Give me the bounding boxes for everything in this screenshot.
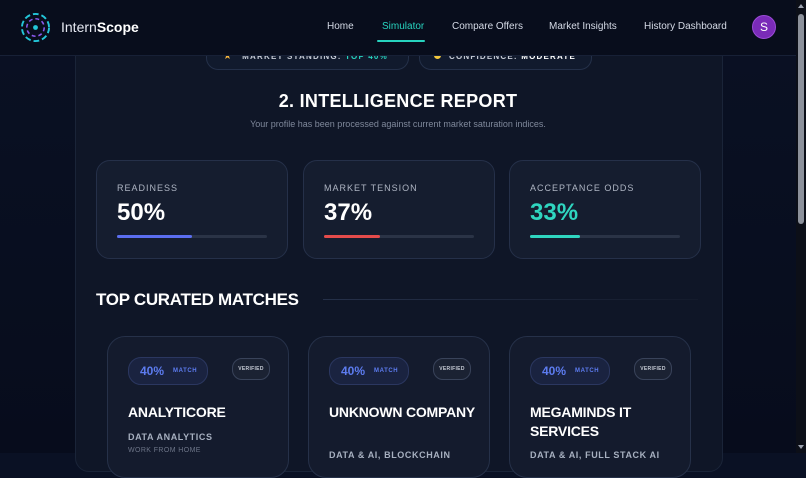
stat-label: READINESS: [117, 183, 179, 193]
scroll-down-arrow-icon[interactable]: [798, 445, 804, 449]
nav-link-history-dashboard[interactable]: History Dashboard: [644, 21, 727, 32]
matches-section-title: TOP CURATED MATCHES: [96, 290, 299, 309]
company-category: DATA & AI, BLOCKCHAIN: [329, 450, 451, 460]
stat-card-acceptance-odds: ACCEPTANCE ODDS 33%: [509, 160, 701, 259]
stat-value: 37%: [324, 199, 373, 226]
stat-card-market-tension: MARKET TENSION 37%: [303, 160, 495, 259]
page-scrollbar[interactable]: [796, 0, 806, 453]
match-percentage-badge: 40% MATCH: [530, 357, 610, 385]
nav-link-simulator[interactable]: Simulator: [382, 21, 424, 32]
company-name: UNKNOWN COMPANY: [329, 404, 476, 420]
company-name: ANALYTICORE: [128, 404, 226, 420]
match-percentage-badge: 40% MATCH: [128, 357, 208, 385]
match-percentage: 40%: [140, 364, 165, 378]
scroll-up-arrow-icon[interactable]: [798, 4, 804, 8]
company-category: DATA & AI, FULL STACK AI: [530, 450, 660, 460]
match-percentage-badge: 40% MATCH: [329, 357, 409, 385]
scrollbar-thumb[interactable]: [798, 14, 804, 224]
stat-label: MARKET TENSION: [324, 183, 418, 193]
verified-badge: VERIFIED: [232, 358, 270, 380]
report-title: 2. INTELLIGENCE REPORT: [278, 91, 518, 111]
nav-link-market-insights[interactable]: Market Insights: [549, 21, 617, 32]
stat-progress-fill: [117, 235, 192, 238]
user-avatar[interactable]: S: [752, 15, 776, 39]
logo-icon[interactable]: [20, 12, 51, 43]
nav-link-compare-offers[interactable]: Compare Offers: [452, 21, 523, 32]
logo-text-suffix: Scope: [96, 19, 139, 35]
match-card[interactable]: 40% MATCH VERIFIED MEGAMINDS IT SERVICES…: [509, 336, 691, 478]
match-percentage: 40%: [341, 364, 366, 378]
logo-text[interactable]: InternScope: [61, 19, 139, 35]
stat-progress-track: [324, 235, 474, 238]
company-name: MEGAMINDS IT SERVICES: [530, 404, 632, 439]
stat-label: ACCEPTANCE ODDS: [530, 183, 635, 193]
nav-link-home[interactable]: Home: [327, 21, 354, 32]
match-percentage: 40%: [542, 364, 567, 378]
section-divider: [323, 299, 698, 300]
match-card[interactable]: 40% MATCH VERIFIED UNKNOWN COMPANY DATA …: [308, 336, 490, 478]
top-navbar: InternScope Home Simulator Compare Offer…: [0, 0, 796, 56]
logo-text-prefix: Intern: [61, 19, 97, 35]
company-category: DATA ANALYTICS: [128, 432, 213, 442]
stat-progress-track: [530, 235, 680, 238]
match-word: MATCH: [575, 368, 600, 374]
stat-progress-fill: [324, 235, 380, 238]
active-nav-underline: [377, 40, 425, 42]
stat-card-readiness: READINESS 50%: [96, 160, 288, 259]
match-word: MATCH: [173, 368, 198, 374]
match-card[interactable]: 40% MATCH VERIFIED ANALYTICORE DATA ANAL…: [107, 336, 289, 478]
report-subtitle: Your profile has been processed against …: [250, 119, 546, 129]
match-word: MATCH: [374, 368, 399, 374]
verified-badge: VERIFIED: [634, 358, 672, 380]
verified-badge: VERIFIED: [433, 358, 471, 380]
stat-value: 50%: [117, 199, 166, 226]
stat-value: 33%: [530, 199, 579, 226]
stat-progress-fill: [530, 235, 580, 238]
stat-progress-track: [117, 235, 267, 238]
